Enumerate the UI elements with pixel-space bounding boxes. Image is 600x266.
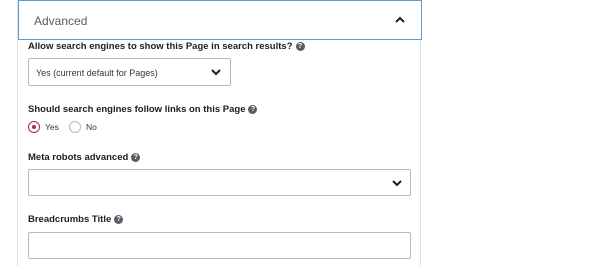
breadcrumbs-title-label: Breadcrumbs Title? xyxy=(28,214,124,225)
follow-links-no-label[interactable]: No xyxy=(86,122,97,132)
meta-robots-label-text: Meta robots advanced xyxy=(28,152,129,163)
chevron-up-icon[interactable] xyxy=(393,13,407,27)
breadcrumbs-title-label-text: Breadcrumbs Title xyxy=(28,214,112,225)
chevron-down-icon xyxy=(211,69,221,76)
advanced-panel-header[interactable]: Advanced xyxy=(18,0,422,40)
follow-links-no-radio[interactable] xyxy=(69,121,81,133)
help-icon[interactable]: ? xyxy=(131,153,141,162)
help-icon[interactable]: ? xyxy=(295,42,305,51)
panel-title: Advanced xyxy=(34,14,88,28)
follow-links-label: Should search engines follow links on th… xyxy=(28,104,258,115)
help-icon[interactable]: ? xyxy=(114,215,124,224)
follow-links-label-text: Should search engines follow links on th… xyxy=(28,104,246,115)
meta-robots-label: Meta robots advanced? xyxy=(28,152,141,163)
advanced-panel: Advanced Allow search engines to show th… xyxy=(17,0,422,266)
search-visibility-label-text: Allow search engines to show this Page i… xyxy=(28,41,293,52)
search-visibility-select-value: Yes (current default for Pages) xyxy=(36,68,158,78)
search-visibility-select[interactable]: Yes (current default for Pages) xyxy=(28,58,231,86)
search-visibility-label: Allow search engines to show this Page i… xyxy=(28,41,305,52)
help-icon[interactable]: ? xyxy=(248,105,258,114)
breadcrumbs-title-input[interactable] xyxy=(28,232,411,259)
chevron-down-icon xyxy=(392,180,402,187)
meta-robots-select[interactable] xyxy=(28,169,411,196)
radio-selected-dot xyxy=(32,125,36,129)
follow-links-yes-radio[interactable] xyxy=(28,121,40,133)
follow-links-yes-label[interactable]: Yes xyxy=(45,122,59,132)
